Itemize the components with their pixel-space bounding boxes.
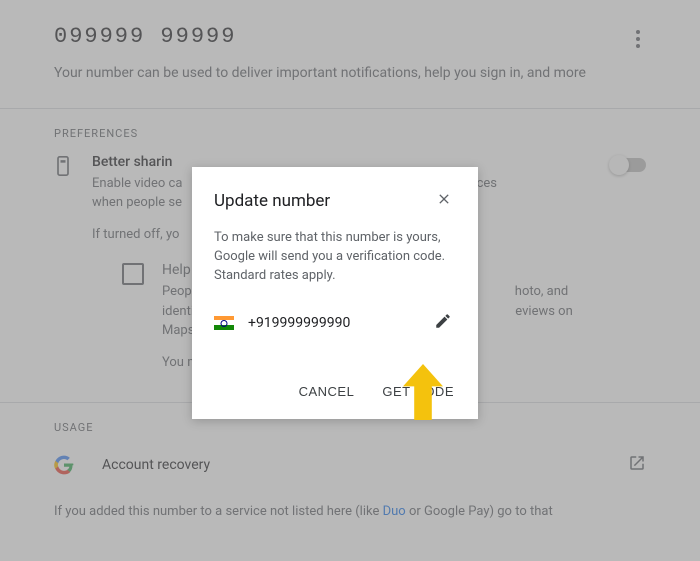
close-button[interactable]: [432, 187, 456, 215]
close-icon: [436, 191, 452, 207]
phone-number-value: +919999999990: [248, 315, 430, 331]
dialog-body-text: To make sure that this number is yours, …: [214, 229, 456, 286]
pencil-icon: [434, 312, 452, 330]
india-flag-icon: [214, 316, 234, 330]
edit-number-button[interactable]: [430, 308, 456, 338]
cancel-button[interactable]: CANCEL: [297, 378, 357, 405]
dialog-title: Update number: [214, 191, 432, 211]
